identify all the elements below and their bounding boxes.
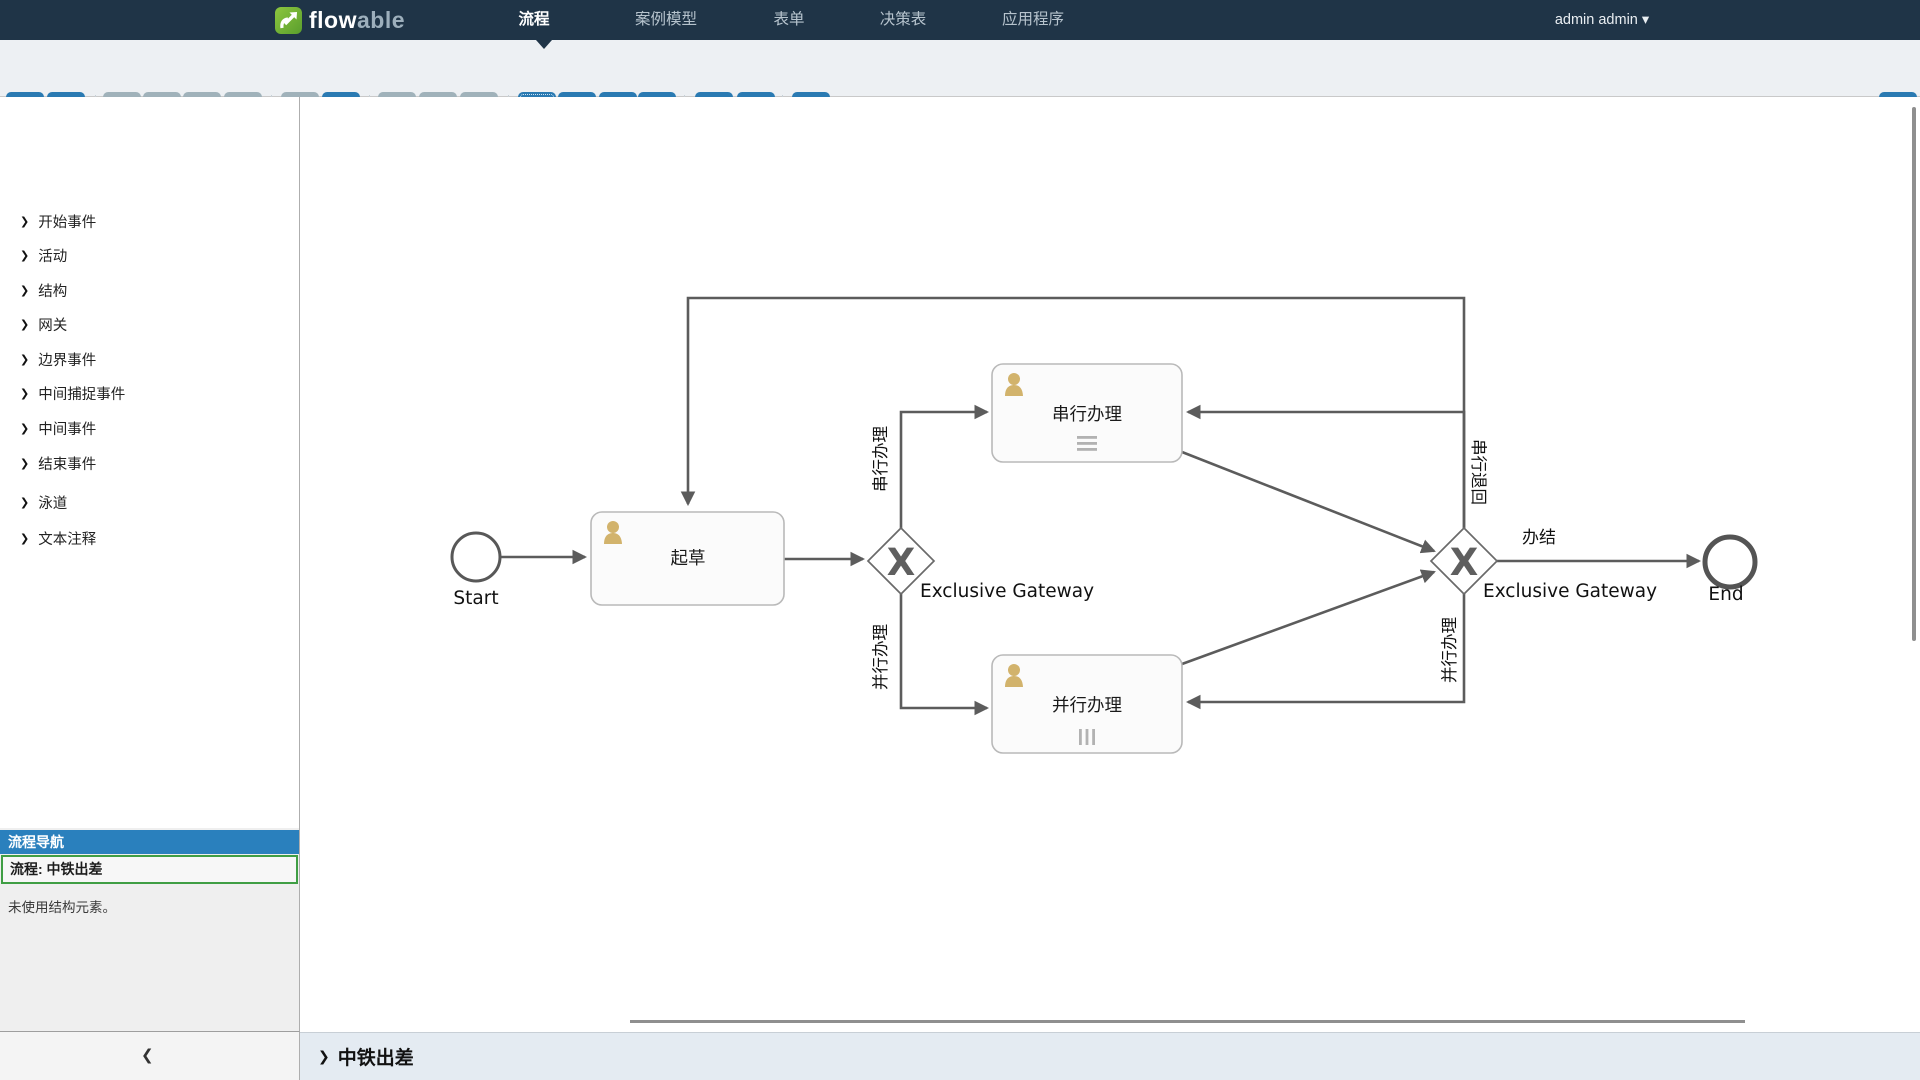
- palette-group-structure[interactable]: ❯结构: [0, 273, 299, 307]
- process-breadcrumb-bar: ❯ 中铁出差: [300, 1032, 1920, 1080]
- palette-group-intermediate-events[interactable]: ❯中间事件: [0, 411, 299, 445]
- flowable-logo-icon: [275, 7, 302, 34]
- process-navigator-current[interactable]: 流程: 中铁出差: [1, 855, 298, 884]
- parallel-multi-instance-icon: [1079, 729, 1095, 745]
- bpmn-canvas[interactable]: Start 起草 X Exclusive Gateway 串行办理: [300, 97, 1920, 1032]
- palette-group-swimlanes[interactable]: ❯泳道: [0, 485, 299, 519]
- chevron-right-icon: ❯: [20, 353, 29, 366]
- end-event-label: End: [1708, 584, 1743, 605]
- chevron-right-icon: ❯: [20, 532, 29, 545]
- flowable-logo[interactable]: flowable: [275, 6, 405, 34]
- palette-group-end-events[interactable]: ❯结束事件: [0, 446, 299, 480]
- flow-gateway1-to-serial[interactable]: [901, 412, 987, 528]
- horizontal-scrollbar[interactable]: [630, 1020, 1745, 1023]
- gateway1-label: Exclusive Gateway: [920, 581, 1094, 602]
- flow-parallel-to-gateway2[interactable]: [1182, 572, 1434, 664]
- task-label: 并行办理: [1052, 696, 1122, 716]
- flow-label-finish: 办结: [1522, 528, 1556, 548]
- gateway2-label: Exclusive Gateway: [1483, 581, 1657, 602]
- tab-processes[interactable]: 流程: [518, 0, 549, 40]
- tab-apps[interactable]: 应用程序: [1002, 0, 1064, 40]
- flow-label-to-serial: 串行办理: [871, 426, 890, 492]
- flow-serial-to-gateway2[interactable]: [1182, 452, 1434, 551]
- flow-gateway1-to-parallel[interactable]: [901, 594, 987, 708]
- tab-case-models[interactable]: 案例模型: [635, 0, 697, 40]
- sidebar-footer: ❮: [0, 1031, 300, 1080]
- palette-group-boundary-events[interactable]: ❯边界事件: [0, 342, 299, 376]
- palette-group-intermediate-catching-events[interactable]: ❯中间捕捉事件: [0, 376, 299, 410]
- user-menu[interactable]: admin admin ▾: [1555, 0, 1649, 40]
- flow-label-to-parallel: 并行办理: [871, 624, 890, 690]
- flowable-logo-text: flowable: [309, 7, 405, 34]
- palette-group-gateways[interactable]: ❯网关: [0, 307, 299, 341]
- chevron-right-icon: ❯: [20, 318, 29, 331]
- flow-label-serial-return: 串行退回: [1469, 439, 1488, 505]
- collapse-sidebar-button[interactable]: ❮: [141, 1046, 154, 1064]
- chevron-right-icon: ❯: [20, 387, 29, 400]
- user-task-serial[interactable]: 串行办理: [992, 364, 1182, 462]
- flow-label-parallel-return: 并行办理: [1440, 617, 1459, 683]
- end-event[interactable]: [1705, 537, 1755, 587]
- task-label: 串行办理: [1052, 405, 1122, 425]
- process-navigator-panel: 流程导航 流程: 中铁出差 未使用结构元素。: [0, 828, 299, 1031]
- process-title: 中铁出差: [338, 1043, 414, 1070]
- chevron-right-icon: ❯: [20, 496, 29, 509]
- gateway-x-glyph: X: [1450, 541, 1479, 584]
- chevron-right-icon: ❯: [20, 284, 29, 297]
- process-navigator-header: 流程导航: [0, 830, 299, 854]
- gateway-x-glyph: X: [887, 541, 916, 584]
- user-task-parallel[interactable]: 并行办理: [992, 655, 1182, 753]
- user-task-draft[interactable]: 起草: [591, 512, 784, 605]
- chevron-down-icon: ▾: [1642, 12, 1649, 28]
- sequence-flows[interactable]: [500, 298, 1699, 708]
- palette-group-text-annotation[interactable]: ❯文本注释: [0, 521, 299, 555]
- editor-toolbar: 1 ?: [0, 40, 1920, 97]
- task-label: 起草: [671, 549, 706, 569]
- process-navigator-note: 未使用结构元素。: [8, 896, 116, 916]
- palette-group-start-events[interactable]: ❯开始事件: [0, 204, 299, 238]
- tab-decision-tables[interactable]: 决策表: [880, 0, 927, 40]
- palette-sidebar: ❯开始事件 ❯活动 ❯结构 ❯网关 ❯边界事件 ❯中间捕捉事件 ❯中间事件 ❯结…: [0, 97, 300, 1032]
- active-tab-caret: [536, 40, 552, 49]
- start-event[interactable]: [452, 533, 500, 581]
- chevron-right-icon: ❯: [20, 249, 29, 262]
- chevron-right-icon: ❯: [20, 215, 29, 228]
- chevron-right-icon: ❯: [20, 422, 29, 435]
- chevron-right-icon: ❯: [20, 457, 29, 470]
- palette-group-activities[interactable]: ❯活动: [0, 238, 299, 272]
- chevron-right-icon[interactable]: ❯: [318, 1048, 330, 1065]
- tab-forms[interactable]: 表单: [773, 0, 804, 40]
- vertical-scrollbar[interactable]: [1912, 107, 1916, 641]
- sequential-multi-instance-icon: [1077, 436, 1097, 451]
- start-event-label: Start: [453, 588, 498, 609]
- top-navbar: flowable 流程 案例模型 表单 决策表 应用程序 admin admin…: [0, 0, 1920, 40]
